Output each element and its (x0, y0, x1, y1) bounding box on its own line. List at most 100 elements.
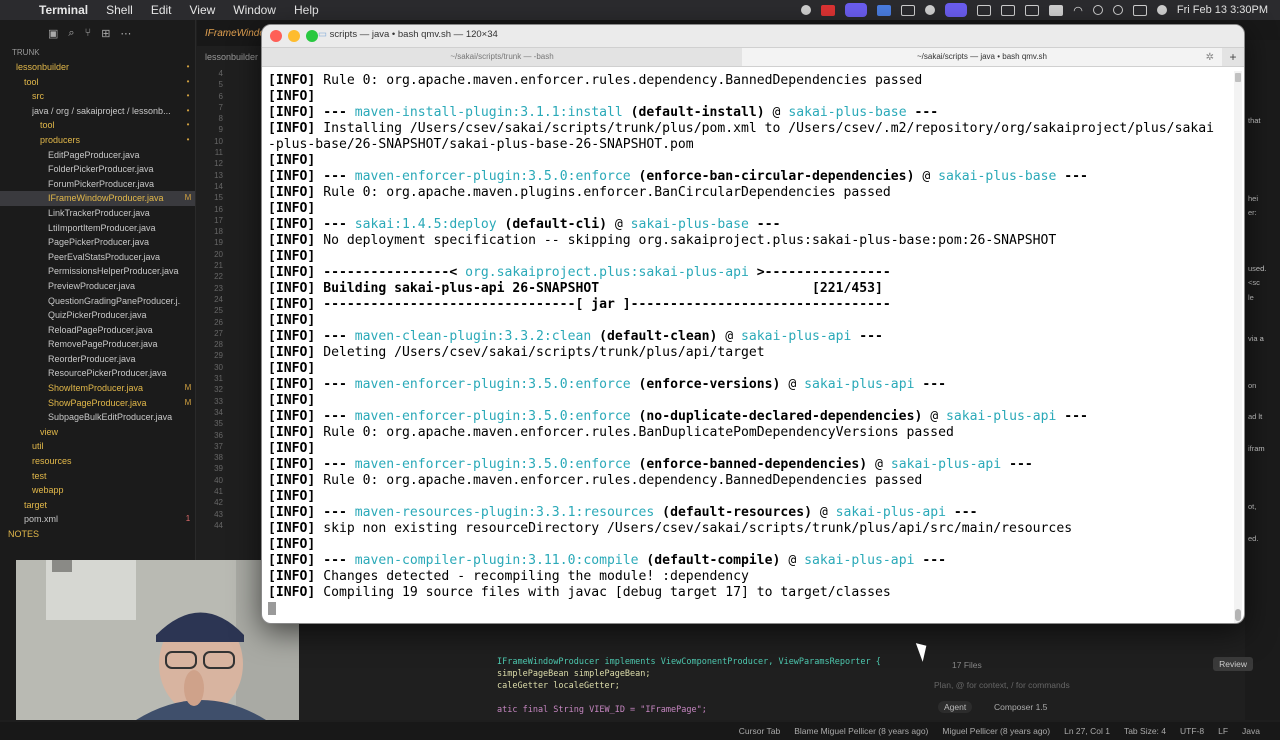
tree-item[interactable]: PeerEvalStatsProducer.java (0, 250, 195, 265)
wifi-icon[interactable]: ◠ (1073, 4, 1083, 17)
tree-item[interactable]: RemovePageProducer.java (0, 337, 195, 352)
breadcrumb-item[interactable]: lessonbuilder (205, 52, 258, 62)
terminal-prompt-line[interactable] (268, 601, 1233, 617)
status-item[interactable]: Java (1242, 726, 1260, 736)
status-item[interactable]: Ln 27, Col 1 (1064, 726, 1110, 736)
close-button[interactable] (270, 30, 282, 42)
extensions-icon[interactable]: ⊞ (101, 27, 110, 40)
new-tab-button[interactable]: + (1222, 48, 1244, 66)
control-center-icon[interactable] (1132, 4, 1147, 16)
tree-item[interactable]: pom.xml 1 (0, 512, 195, 527)
status-menu-area: ◠ Fri Feb 13 3:30PM (801, 3, 1280, 17)
tree-item[interactable]: target (0, 498, 195, 513)
tree-item[interactable]: PagePickerProducer.java (0, 235, 195, 250)
search-icon[interactable]: ⌕ (68, 27, 74, 40)
menu-app-name[interactable]: Terminal (30, 3, 97, 17)
window-icon[interactable] (901, 4, 916, 16)
source-control-icon[interactable]: ⑂ (85, 27, 92, 39)
terminal-tab-java[interactable]: ~/sakai/scripts — java • bash qmv.sh ✲ (742, 48, 1222, 66)
code-visible-fragment[interactable]: IFrameWindowProducer implements ViewComp… (497, 656, 881, 716)
tree-item[interactable]: LinkTrackerProducer.java (0, 206, 195, 221)
tree-item[interactable]: producers • (0, 133, 195, 148)
tree-item[interactable]: ShowPageProducer.java M (0, 396, 195, 411)
status-app-icon[interactable] (801, 5, 812, 15)
tree-item[interactable]: ReorderProducer.java (0, 352, 195, 367)
agent-mode-select[interactable]: Agent (938, 701, 973, 713)
status-item[interactable]: UTF-8 (1180, 726, 1204, 736)
status-item[interactable]: Miguel Pellicer (8 years ago) (942, 726, 1050, 736)
siri-icon[interactable] (1156, 5, 1167, 15)
terminal-text: [INFO] (268, 73, 324, 88)
tree-item[interactable]: LtiImportItemProducer.java (0, 221, 195, 236)
zoom-button[interactable] (306, 30, 318, 42)
tree-item[interactable]: NOTES (0, 527, 195, 542)
tree-item[interactable]: src • (0, 89, 195, 104)
chat-text-fragment: ifram (1248, 444, 1265, 453)
tree-item[interactable]: tool • (0, 118, 195, 133)
scroll-thumb[interactable] (1235, 609, 1241, 621)
terminal-line: [INFO] Building sakai-plus-api 26-SNAPSH… (268, 281, 1233, 297)
tree-item[interactable]: ForumPickerProducer.java (0, 177, 195, 192)
record-icon[interactable] (821, 4, 836, 16)
terminal-line: [INFO] (268, 249, 1233, 265)
tree-item[interactable]: PreviewProducer.java (0, 279, 195, 294)
clock-icon[interactable] (1092, 5, 1103, 15)
menu-help[interactable]: Help (285, 3, 328, 17)
cloud-icon[interactable] (925, 5, 936, 15)
sidebar-toolbar: ▣ ⌕ ⑂ ⊞ ⋯ (0, 20, 195, 46)
terminal-highlight: sakai-plus-base (938, 169, 1057, 184)
minimize-button[interactable] (288, 30, 300, 42)
tree-item[interactable]: resources (0, 454, 195, 469)
battery-icon[interactable] (1049, 4, 1064, 16)
terminal-scrollbar[interactable] (1234, 71, 1242, 623)
tree-item[interactable]: IFrameWindowProducer.java M (0, 191, 195, 206)
keyboard-icon[interactable] (1025, 4, 1040, 16)
tree-item[interactable]: webapp (0, 483, 195, 498)
menu-shell[interactable]: Shell (97, 3, 142, 17)
files-icon[interactable]: ▣ (48, 27, 58, 40)
tree-item[interactable]: QuizPickerProducer.java (0, 308, 195, 323)
tree-item[interactable]: PermissionsHelperProducer.java (0, 264, 195, 279)
display-icon[interactable] (1001, 4, 1016, 16)
tree-item[interactable]: tool • (0, 75, 195, 90)
tree-item[interactable]: ShowItemProducer.java M (0, 381, 195, 396)
tree-item-badge (181, 250, 195, 265)
status-item[interactable]: LF (1218, 726, 1228, 736)
tree-item[interactable]: QuestionGradingPaneProducer.j... (0, 294, 195, 309)
overlay-icon[interactable] (945, 3, 968, 17)
terminal-text: Rule 0: org.apache.maven.plugins.enforce… (323, 185, 891, 200)
terminal-highlight: sakai-plus-api (835, 505, 946, 520)
tree-item-label: FolderPickerProducer.java (48, 164, 154, 175)
tree-item[interactable]: ReloadPageProducer.java (0, 323, 195, 338)
tree-item[interactable]: SubpageBulkEditProducer.java (0, 410, 195, 425)
tree-item[interactable]: EditPageProducer.java (0, 148, 195, 163)
terminal-output[interactable]: [INFO] Rule 0: org.apache.maven.enforcer… (268, 73, 1233, 617)
menu-window[interactable]: Window (224, 3, 285, 17)
model-select[interactable]: Composer 1.5 (994, 702, 1047, 712)
search-icon[interactable] (1112, 5, 1123, 15)
terminal-line: [INFO] --- maven-enforcer-plugin:3.5.0:e… (268, 377, 1233, 393)
screen-share-icon[interactable] (845, 3, 868, 17)
tree-item[interactable]: test (0, 469, 195, 484)
picture-icon[interactable] (977, 4, 992, 16)
tree-item[interactable]: util (0, 439, 195, 454)
agent-input[interactable]: Plan, @ for context, / for commands (934, 680, 1070, 690)
status-item[interactable]: Tab Size: 4 (1124, 726, 1166, 736)
changed-files-count[interactable]: 17 Files (952, 660, 982, 670)
status-item[interactable]: Blame Miguel Pellicer (8 years ago) (794, 726, 928, 736)
terminal-text: [INFO] (268, 265, 324, 280)
menu-view[interactable]: View (181, 3, 225, 17)
tree-item[interactable]: java / org / sakaiproject / lessonb... • (0, 104, 195, 119)
terminal-tab-bash[interactable]: ~/sakai/scripts/trunk — -bash (262, 48, 742, 66)
tree-item[interactable]: FolderPickerProducer.java (0, 162, 195, 177)
zoom-icon[interactable] (877, 4, 892, 16)
review-button[interactable]: Review (1213, 657, 1253, 671)
menu-datetime[interactable]: Fri Feb 13 3:30PM (1177, 4, 1268, 16)
status-item[interactable]: Cursor Tab (739, 726, 780, 736)
tree-item[interactable]: ResourcePickerProducer.java (0, 366, 195, 381)
more-icon[interactable]: ⋯ (120, 27, 131, 40)
tree-item[interactable]: lessonbuilder • (0, 60, 195, 75)
tree-item[interactable]: view (0, 425, 195, 440)
menu-edit[interactable]: Edit (142, 3, 181, 17)
